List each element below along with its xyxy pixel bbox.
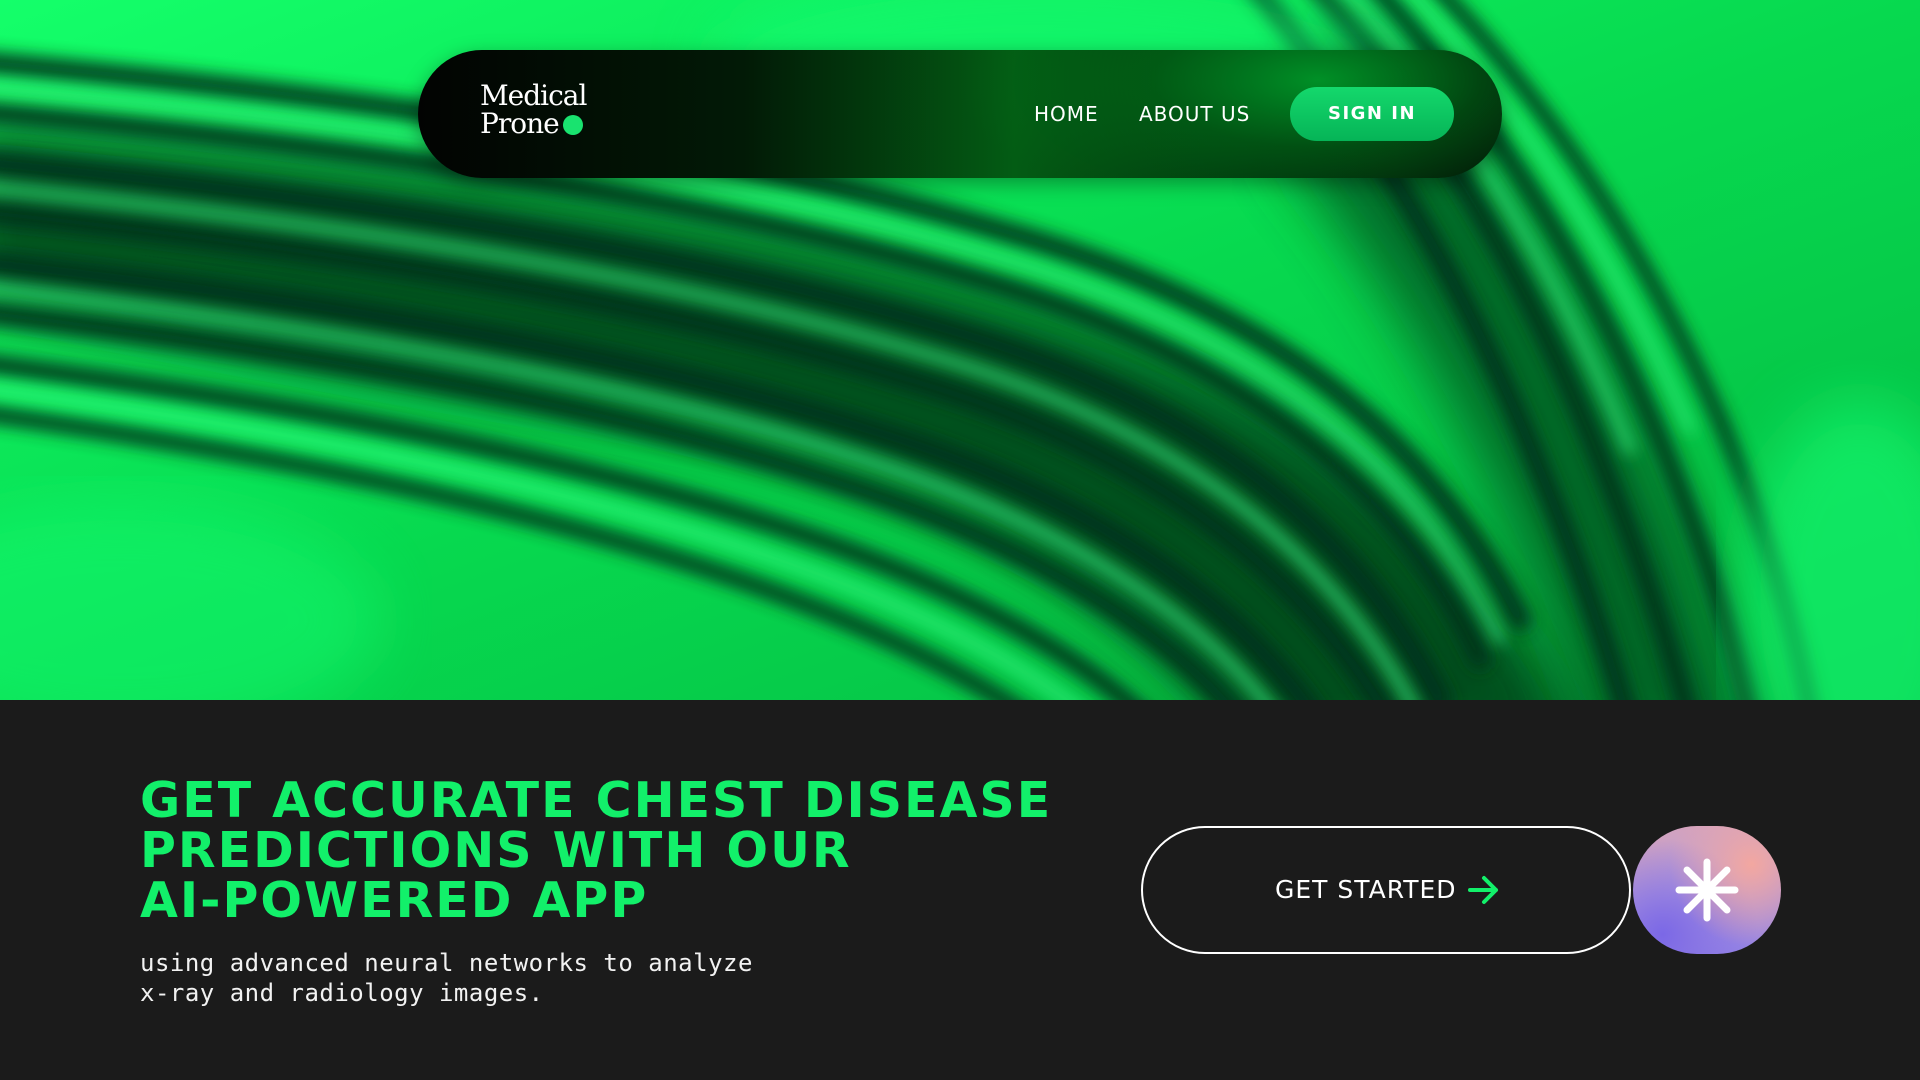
get-started-button[interactable]: GET STARTED [1141,826,1631,954]
nav-home-link[interactable]: HOME [1034,50,1099,178]
top-navbar: Medical Prone HOME ABOUT US SIGN IN [418,50,1502,178]
ai-sparkle-button[interactable] [1633,826,1781,954]
headline-line-1: GET ACCURATE CHEST DISEASE [140,772,1053,829]
brand-logo[interactable]: Medical Prone [480,82,600,146]
headline-line-2: PREDICTIONS WITH OUR [140,822,852,879]
main-headline: GET ACCURATE CHEST DISEASE PREDICTIONS W… [140,772,1053,929]
asterisk-sparkle-icon [1675,858,1739,922]
brand-name-line2: Prone [480,107,560,140]
get-started-label: GET STARTED [1275,875,1457,904]
brand-dot-icon [562,115,583,135]
brand-name-line1: Medical [480,79,587,112]
subtitle-line-1: using advanced neural networks to analyz… [140,949,753,977]
headline-line-3: AI-POWERED APP [140,872,649,929]
brand-name-line2-wrap: Prone [480,110,600,138]
subtitle-line-2: x-ray and radiology images. [140,979,544,1007]
sign-in-button[interactable]: SIGN IN [1290,87,1454,141]
nav-about-link[interactable]: ABOUT US [1139,50,1250,178]
arrow-right-icon [1468,876,1498,904]
main-subtitle: using advanced neural networks to analyz… [140,948,840,1008]
hero-banner: Medical Prone HOME ABOUT US SIGN IN [0,0,1920,700]
